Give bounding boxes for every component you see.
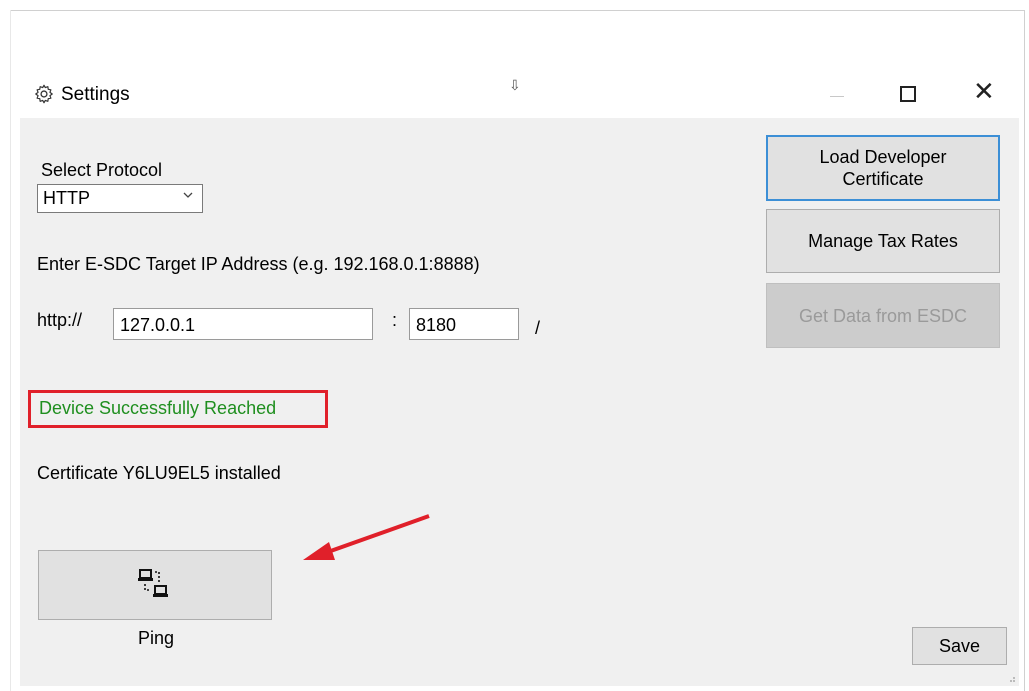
network-ping-icon [138,569,168,597]
cursor-icon: ⇩ [509,77,521,93]
ping-label: Ping [138,628,175,648]
close-icon[interactable]: ✕ [973,78,995,106]
certificate-info: Certificate Y6LU9EL5 installed [37,463,281,483]
annotation-arrow [303,514,430,560]
title-bar: Settings ⇩ ✕ [20,72,1020,118]
scheme-label: http:// [37,310,83,330]
get-data-label: Get Data from ESDC [798,305,968,326]
ping-button[interactable] [38,550,272,620]
port-input[interactable]: 8180 [409,308,519,340]
window-frame-left [10,10,11,691]
chevron-down-icon [183,192,193,198]
ip-address-input[interactable]: 127.0.0.1 [113,308,373,340]
window-frame-right [1024,10,1025,691]
protocol-select-value: HTTP [43,188,90,208]
port-separator: : [392,310,398,330]
get-data-from-esdc-button[interactable]: Get Data from ESDC [766,283,1000,348]
window-title: Settings [61,84,130,105]
protocol-select[interactable]: HTTP [37,184,203,213]
resize-grip-icon[interactable] [1008,675,1016,683]
status-message: Device Successfully Reached [39,398,277,418]
save-label: Save [938,636,981,656]
status-highlight-box: Device Successfully Reached [28,390,328,428]
load-developer-certificate-button[interactable]: Load Developer Certificate [766,135,1000,201]
settings-panel: Select Protocol HTTP Enter E-SDC Target … [20,118,1019,686]
window-frame-top [10,10,1025,11]
minimize-icon[interactable] [830,96,844,97]
manage-tax-rates-button[interactable]: Manage Tax Rates [766,209,1000,273]
maximize-icon[interactable] [900,86,916,102]
gear-icon [35,84,53,104]
save-button[interactable]: Save [912,627,1007,665]
protocol-label: Select Protocol [41,160,163,180]
load-cert-label: Load Developer Certificate [819,147,947,189]
address-instruction: Enter E-SDC Target IP Address (e.g. 192.… [37,254,480,274]
tax-rates-label: Manage Tax Rates [808,231,958,251]
path-suffix: / [535,318,541,338]
